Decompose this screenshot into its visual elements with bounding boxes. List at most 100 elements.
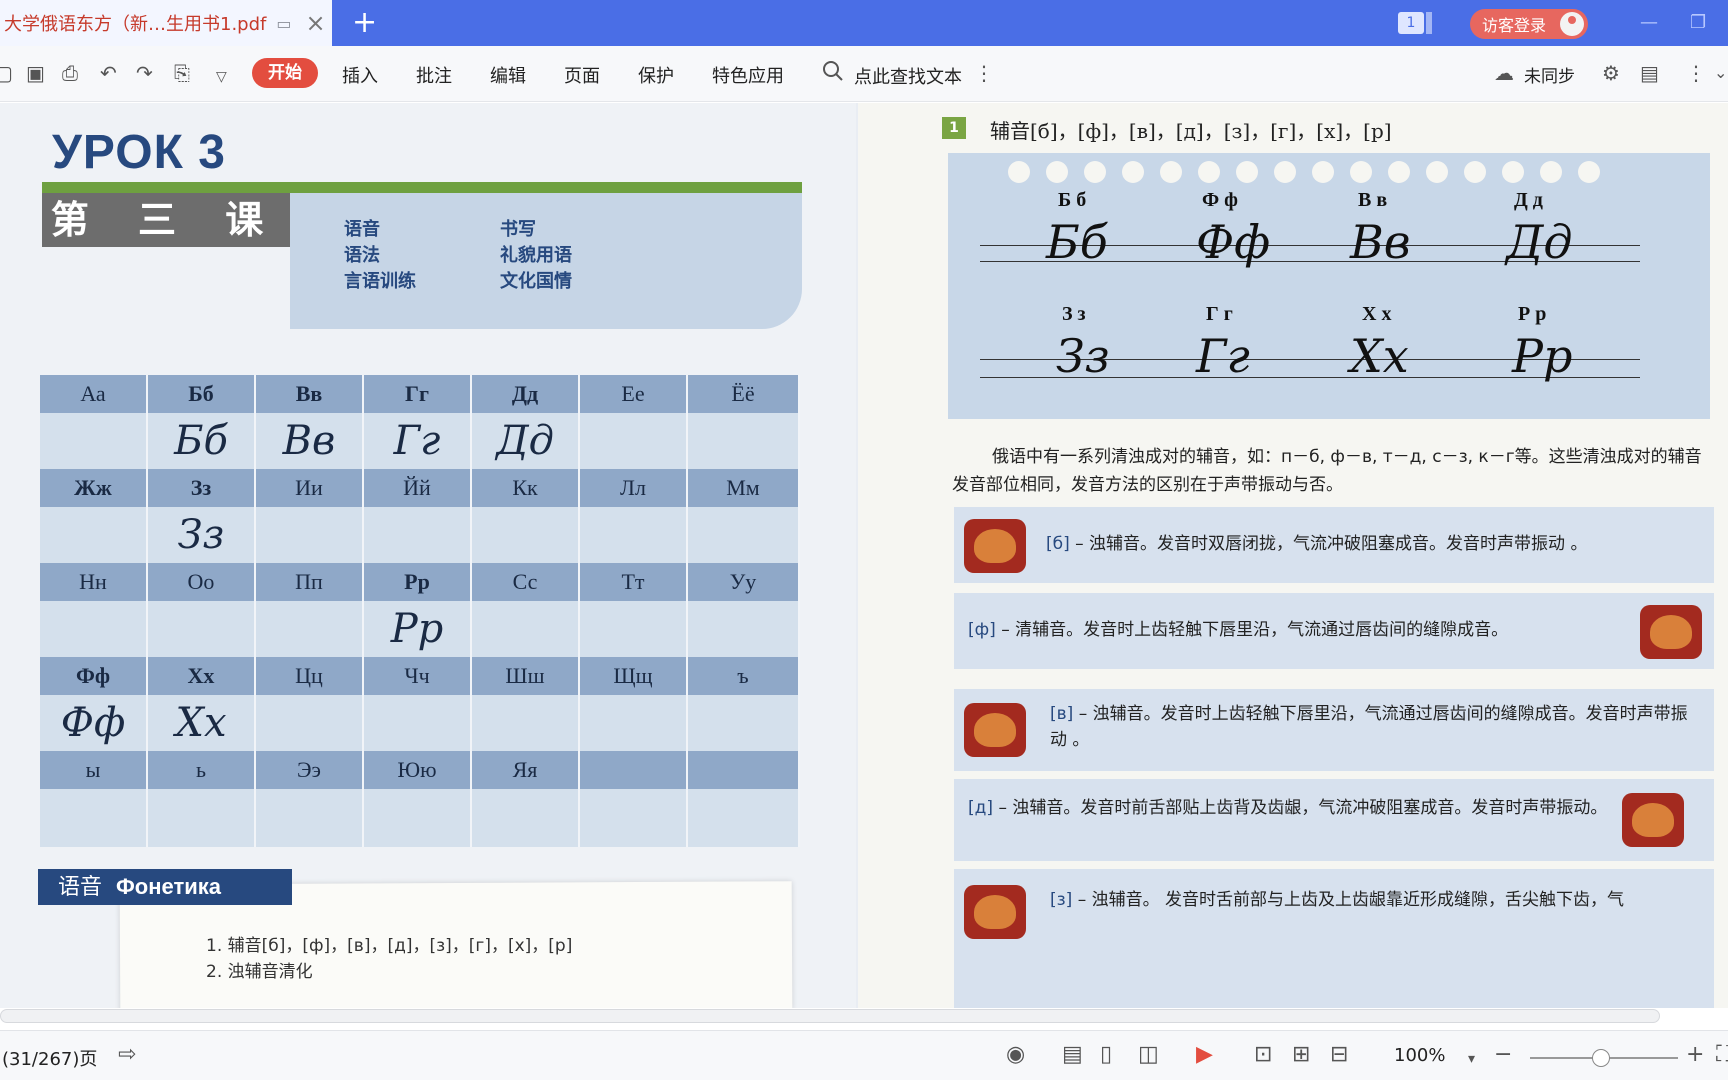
notebook-ring — [1122, 161, 1144, 183]
contents-item: 语音 — [344, 219, 380, 240]
notebook-ring — [1388, 161, 1410, 183]
cursive-cell — [472, 695, 580, 751]
mouth-diagram-icon — [964, 519, 1026, 573]
letter-cell: ь — [148, 751, 256, 789]
restore-icon[interactable]: ❐ — [1690, 12, 1706, 33]
print-letter: З з — [1062, 303, 1086, 325]
letter-cell: Фф — [40, 657, 148, 695]
window-count-badge[interactable]: 1 — [1398, 12, 1424, 34]
letter-cell: ъ — [688, 657, 800, 695]
menu-annotate[interactable]: 批注 — [416, 62, 452, 88]
cursive-cell — [580, 601, 688, 657]
contents-item: 文化国情 — [500, 271, 572, 292]
single-page-icon[interactable]: ▯ — [1100, 1043, 1112, 1067]
letter-cell: Зз — [148, 469, 256, 507]
close-tab-icon[interactable]: × — [306, 11, 326, 35]
settings-gear-icon[interactable]: ⚙ — [1602, 62, 1620, 84]
phoneme-description: – 浊辅音。发音时上齿轻触下唇里沿，气流通过唇齿间的缝隙成音。发音时声带振动 。 — [1050, 704, 1688, 750]
lesson-contents: 语音 书写 语法 礼貌用语 言语训练 文化国情 — [290, 193, 802, 329]
fullscreen-icon[interactable]: ⛶ — [1716, 1043, 1728, 1067]
contents-item: 言语训练 — [344, 271, 416, 292]
play-slideshow-icon[interactable]: ▶ — [1196, 1043, 1213, 1067]
notebook-ring — [1540, 161, 1562, 183]
guest-login-button[interactable]: 访客登录 — [1470, 9, 1588, 39]
phoneme-key: [б] — [1046, 534, 1070, 554]
dual-page-icon[interactable]: ◫ — [1138, 1043, 1159, 1067]
letter-cell: Уу — [688, 563, 800, 601]
phonetics-item: 2. 浊辅音清化 — [206, 962, 313, 982]
zoom-in-icon[interactable]: + — [1686, 1043, 1704, 1067]
menu-start[interactable]: 开始 — [252, 58, 318, 88]
zoom-slider[interactable] — [1530, 1049, 1678, 1067]
letter-cell: Ээ — [256, 751, 364, 789]
cursive-cell — [580, 413, 688, 469]
phonetics-label-cn: 语音 — [58, 875, 103, 900]
notebook-ring — [1274, 161, 1296, 183]
window-mini-icon[interactable]: ▭ — [276, 14, 291, 33]
undo-icon[interactable]: ↶ — [100, 62, 117, 84]
contents-item: 礼貌用语 — [500, 245, 572, 266]
letter-cell: Сс — [472, 563, 580, 601]
minimize-icon[interactable]: — — [1640, 12, 1658, 33]
fit-page-icon[interactable]: ⊞ — [1292, 1043, 1310, 1067]
export-icon[interactable]: ⎘ — [174, 62, 190, 84]
menu-features[interactable]: 特色应用 — [712, 62, 784, 88]
phoneme-description: – 浊辅音。发音时前舌部贴上齿背及齿龈，气流冲破阻塞成音。发音时声带振动。 — [998, 798, 1608, 818]
comment-icon[interactable]: ▤ — [1640, 62, 1659, 84]
phoneme-key: [д] — [968, 798, 994, 818]
letter-cell: Лл — [580, 469, 688, 507]
cursive-cell: Зз — [148, 507, 256, 563]
contents-item: 书写 — [500, 219, 536, 240]
actual-size-icon[interactable]: ⊡ — [1254, 1043, 1272, 1067]
go-to-page-arrow-icon[interactable]: ⇨ — [118, 1043, 136, 1067]
open-file-icon[interactable]: ▢ — [0, 62, 13, 84]
letter-cell: Чч — [364, 657, 472, 695]
notebook-ring — [1426, 161, 1448, 183]
cursive-cell: Рр — [364, 601, 472, 657]
zoom-out-icon[interactable]: − — [1494, 1043, 1512, 1067]
notebook-ring — [1160, 161, 1182, 183]
notebook-ring — [1084, 161, 1106, 183]
zoom-slider-knob[interactable] — [1592, 1049, 1610, 1067]
menu-protect[interactable]: 保护 — [638, 62, 674, 88]
notebook-ring — [1198, 161, 1220, 183]
more-menu-icon[interactable]: ⋮ — [1686, 62, 1706, 84]
guest-login-label: 访客登录 — [1482, 16, 1547, 35]
fit-width-icon[interactable]: ⊟ — [1330, 1043, 1348, 1067]
cursive-cell — [40, 507, 148, 563]
search-icon[interactable] — [822, 60, 844, 82]
cursive-cell: Фф — [40, 695, 148, 751]
document-viewport[interactable]: УРОК 3 第 三 课 语音 书写 语法 礼貌用语 言语训练 文化国情 Аа … — [0, 103, 1728, 1008]
eye-protection-icon[interactable]: ◉ — [1006, 1043, 1025, 1067]
cursive-cell — [688, 789, 800, 847]
phoneme-key: [ф] — [968, 620, 996, 640]
page-indicator[interactable]: (31/267)页 — [2, 1045, 97, 1071]
letter-cell: Вв — [256, 375, 364, 413]
cursive-cell: Хх — [148, 695, 256, 751]
sync-status[interactable]: 未同步 — [1524, 62, 1575, 87]
zoom-dropdown-icon[interactable]: ▾ — [1468, 1047, 1475, 1071]
letter-cell: Ии — [256, 469, 364, 507]
print-icon[interactable]: ⎙ — [62, 62, 78, 84]
menu-page[interactable]: 页面 — [564, 62, 600, 88]
new-tab-button[interactable]: + — [352, 6, 377, 40]
mouth-diagram-icon — [1640, 605, 1702, 659]
menu-edit[interactable]: 编辑 — [490, 62, 526, 88]
continuous-view-icon[interactable]: ▤ — [1062, 1043, 1083, 1067]
redo-icon[interactable]: ↷ — [136, 62, 153, 84]
notebook-ring — [1502, 161, 1524, 183]
zoom-level[interactable]: 100% — [1394, 1045, 1445, 1066]
horizontal-scrollbar[interactable] — [0, 1009, 1660, 1023]
more-vertical-icon[interactable]: ⋮ — [974, 62, 994, 84]
document-tab[interactable]: 大学俄语东方（新…生用书1.pdf ▭ × — [0, 0, 332, 46]
menu-insert[interactable]: 插入 — [342, 62, 378, 88]
intro-paragraph: 俄语中有一系列清浊成对的辅音，如：п－б, ф－в, т－д, с－з, к－г… — [952, 447, 1702, 495]
save-icon[interactable]: ▣ — [26, 62, 45, 84]
cursive-letter: Хх — [1350, 329, 1409, 383]
alphabet-row-cursive: Бб Вв Гг Дд — [40, 413, 800, 469]
search-text-field[interactable]: 点此查找文本 — [854, 63, 962, 89]
collapse-chevron-icon[interactable]: ⌄ — [1714, 62, 1727, 84]
alphabet-row-cursive: Фф Хх — [40, 695, 800, 751]
more-quick-icon[interactable]: ▽ — [216, 66, 227, 88]
section-title: 辅音[б]，[ф]，[в]，[д]，[з]，[г]，[х]，[р] — [990, 119, 1392, 143]
